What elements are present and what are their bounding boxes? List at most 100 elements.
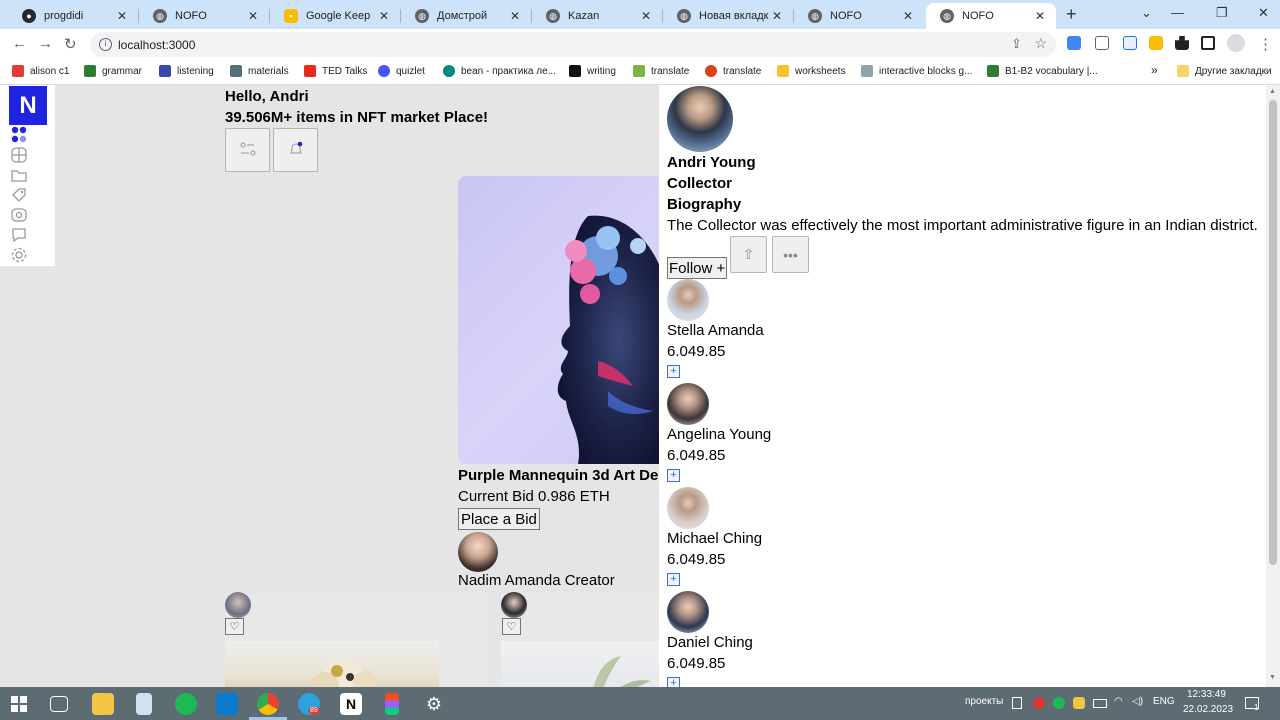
url-text[interactable]: localhost:3000 (118, 38, 195, 52)
maximize-icon[interactable]: ❐ (1216, 5, 1228, 21)
collector-avatar[interactable] (667, 487, 709, 529)
close-icon[interactable]: ✕ (769, 9, 785, 23)
reload-icon[interactable]: ↻ (64, 35, 77, 53)
close-icon[interactable]: ✕ (376, 9, 392, 23)
nft-card-image[interactable] (501, 641, 659, 687)
bookmark-item[interactable]: writing (569, 65, 616, 77)
close-icon[interactable]: ✕ (900, 9, 916, 23)
translate-extension-icon[interactable] (1067, 36, 1081, 50)
like-button[interactable]: ♡ (502, 618, 521, 635)
file-explorer-icon[interactable] (92, 693, 114, 715)
nft-card-image[interactable] (225, 641, 439, 687)
new-tab-button[interactable]: + (1066, 4, 1077, 25)
page-scrollbar[interactable]: ▲ ▼ (1266, 85, 1280, 687)
settings-gear-icon[interactable] (10, 246, 28, 264)
tag-icon[interactable] (10, 186, 28, 204)
close-icon[interactable]: ✕ (1032, 9, 1048, 23)
wallet-icon[interactable] (10, 206, 28, 224)
like-button[interactable]: ♡ (225, 618, 244, 635)
tab-progdidi[interactable]: ● progdidi ✕ (8, 3, 138, 29)
collector-avatar[interactable] (667, 383, 709, 425)
nofo-logo[interactable]: N (9, 86, 47, 125)
close-icon[interactable]: ✕ (507, 9, 523, 23)
add-collector-button[interactable]: + (667, 677, 680, 687)
bookmark-item[interactable]: listening (159, 65, 214, 77)
folder-icon[interactable] (10, 166, 28, 184)
bookmark-item[interactable]: worksheets (777, 65, 846, 77)
tray-projects-label[interactable]: проекты (965, 696, 1003, 707)
close-icon[interactable]: ✕ (245, 9, 261, 23)
card-owner-avatar[interactable] (225, 592, 251, 618)
bookmark-item[interactable]: alison c1 (12, 65, 69, 77)
close-icon[interactable]: ✕ (114, 9, 130, 23)
hero-nft-image[interactable] (458, 176, 668, 464)
battery-icon[interactable] (1093, 699, 1107, 708)
place-bid-button[interactable]: Place a Bid (458, 508, 540, 530)
windows-start-icon[interactable] (11, 696, 27, 712)
tab-google-keep[interactable]: ▪ Google Keep ✕ (270, 3, 400, 29)
notification-button[interactable] (273, 128, 318, 172)
filter-button[interactable] (225, 128, 270, 172)
extension-badge-icon[interactable] (1123, 36, 1137, 50)
scroll-thumb[interactable] (1269, 100, 1277, 565)
task-view-icon[interactable] (50, 696, 68, 712)
forward-icon[interactable]: → (38, 35, 53, 52)
bookmark-item[interactable]: materials (230, 65, 289, 77)
menu-kebab-icon[interactable]: ⋮ (1258, 35, 1273, 53)
tray-keep-icon[interactable] (1073, 697, 1085, 709)
creator-avatar[interactable] (458, 532, 498, 572)
profile-avatar-icon[interactable] (1227, 34, 1245, 52)
minimize-icon[interactable]: — (1171, 5, 1184, 20)
window-close-icon[interactable]: ✕ (1258, 5, 1269, 21)
address-bar[interactable]: i localhost:3000 ⇪ ☆ (90, 32, 1056, 57)
side-panel-icon[interactable] (1201, 36, 1215, 50)
tray-spotify-icon[interactable] (1053, 697, 1065, 709)
chat-icon[interactable] (10, 226, 28, 244)
market-icon[interactable] (10, 146, 28, 164)
vscode-icon[interactable] (216, 693, 238, 715)
settings-gear-icon[interactable]: ⚙ (423, 693, 445, 715)
bookmarks-overflow-button[interactable]: » (1151, 63, 1158, 77)
bookmark-item[interactable]: quizlet (378, 65, 425, 77)
usb-icon[interactable] (1012, 697, 1022, 709)
tab-nofo-active[interactable]: ◍ NOFO ✕ (926, 3, 1056, 29)
chrome-icon[interactable] (257, 693, 279, 715)
bookmark-item[interactable]: bean - практика ле... (443, 65, 556, 77)
scroll-down-arrow-icon[interactable]: ▼ (1269, 674, 1276, 681)
bookmark-item[interactable]: grammar (84, 65, 142, 77)
notepad-icon[interactable] (136, 693, 152, 715)
scroll-up-arrow-icon[interactable]: ▲ (1269, 88, 1276, 95)
language-indicator[interactable]: ENG (1153, 696, 1175, 707)
info-icon[interactable]: i (99, 38, 112, 51)
follow-button[interactable]: Follow + (667, 257, 728, 279)
clock-time[interactable]: 12:33:49 (1187, 689, 1226, 700)
puzzle-icon[interactable] (1175, 36, 1189, 50)
bookmark-item[interactable]: interactive blocks g... (861, 65, 972, 77)
tray-app-icon[interactable] (1033, 697, 1045, 709)
collector-avatar[interactable] (667, 279, 709, 321)
add-collector-button[interactable]: + (667, 469, 680, 482)
other-bookmarks-folder[interactable]: Другие закладки (1177, 65, 1272, 77)
bookmark-star-icon[interactable]: ☆ (1034, 35, 1047, 52)
bookmark-item[interactable]: B1-B2 vocabulary |... (987, 65, 1098, 77)
bookmark-item[interactable]: translate (705, 65, 761, 77)
share-icon[interactable]: ⇪ (1011, 36, 1022, 52)
bookmark-item[interactable]: translate (633, 65, 689, 77)
notion-icon[interactable]: N (340, 693, 362, 715)
keep-extension-icon[interactable] (1149, 36, 1163, 50)
share-button[interactable]: ⇧ (730, 236, 767, 273)
collector-avatar[interactable] (667, 591, 709, 633)
dashboard-icon[interactable] (10, 126, 28, 144)
wifi-icon[interactable]: ◠ (1114, 696, 1123, 707)
tab-kazan[interactable]: ◍ Kazan ✕ (532, 3, 662, 29)
cast-icon[interactable] (1095, 36, 1109, 50)
bookmark-item[interactable]: TED Talks (304, 65, 367, 77)
add-collector-button[interactable]: + (667, 365, 680, 378)
volume-icon[interactable]: ◁) (1132, 696, 1143, 707)
card-owner-avatar[interactable] (501, 592, 527, 618)
spotify-icon[interactable] (175, 693, 197, 715)
tab-domstroy[interactable]: ◍ Домстрой ✕ (401, 3, 531, 29)
close-icon[interactable]: ✕ (638, 9, 654, 23)
tab-nofo-1[interactable]: ◍ NOFO ✕ (139, 3, 269, 29)
clock-date[interactable]: 22.02.2023 (1183, 704, 1233, 715)
